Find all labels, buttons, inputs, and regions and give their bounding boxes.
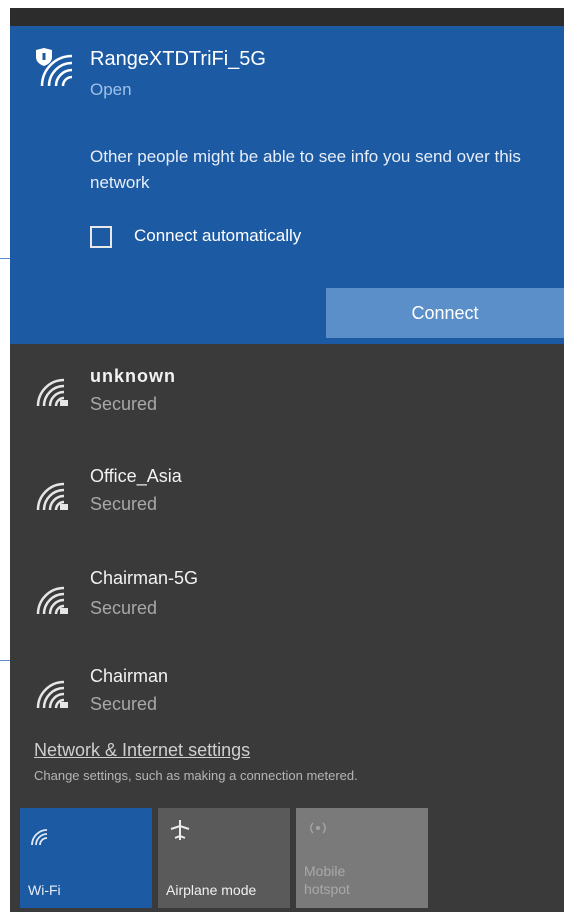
mobile-hotspot-icon	[306, 818, 330, 843]
mobile-hotspot-label: Mobile hotspot	[304, 862, 350, 898]
wifi-secured-icon	[34, 678, 70, 715]
network-internet-settings-link[interactable]: Network & Internet settings	[34, 740, 250, 761]
wifi-secured-icon	[34, 376, 70, 413]
wifi-toggle-tile[interactable]: Wi-Fi	[20, 808, 152, 908]
settings-description: Change settings, such as making a connec…	[34, 768, 358, 783]
selected-network-panel[interactable]: RangeXTDTriFi_5G Open Other people might…	[10, 26, 564, 344]
network-status: Secured	[90, 394, 158, 414]
connect-button[interactable]: Connect	[326, 288, 564, 338]
network-name: Chairman	[90, 666, 169, 686]
flyout-top-strip	[10, 8, 564, 26]
connect-automatically-label[interactable]: Connect automatically	[134, 226, 301, 246]
connect-automatically-checkbox[interactable]	[90, 226, 112, 248]
network-list-item[interactable]: unknown Secured	[10, 348, 564, 448]
airplane-icon	[168, 818, 192, 847]
airplane-mode-tile[interactable]: Airplane mode	[158, 808, 290, 908]
mobile-hotspot-tile[interactable]: Mobile hotspot	[296, 808, 428, 908]
airplane-mode-label: Airplane mode	[166, 882, 257, 898]
network-status: Secured	[90, 694, 158, 714]
selected-network-status: Open	[90, 80, 132, 99]
mobile-hotspot-label-line1: Mobile	[304, 863, 346, 879]
wifi-tile-label: Wi-Fi	[28, 882, 61, 898]
wifi-flyout: RangeXTDTriFi_5G Open Other people might…	[10, 8, 564, 912]
wifi-open-shield-icon	[34, 48, 78, 93]
network-status: Secured	[90, 598, 158, 618]
network-status: Secured	[90, 494, 158, 514]
network-name: Chairman-5G	[90, 568, 199, 588]
wifi-secured-icon	[34, 480, 70, 517]
network-name: unknown	[90, 366, 176, 386]
network-list-item[interactable]: Office_Asia Secured	[10, 452, 564, 552]
security-warning-text: Other people might be able to see info y…	[90, 147, 521, 192]
network-list-item[interactable]: Chairman-5G Secured	[10, 554, 564, 654]
wifi-secured-icon	[34, 584, 70, 621]
mobile-hotspot-label-line2: hotspot	[304, 881, 350, 897]
selected-network-name: RangeXTDTriFi_5G	[90, 48, 266, 70]
wifi-icon	[30, 828, 50, 851]
network-name: Office_Asia	[90, 466, 182, 486]
